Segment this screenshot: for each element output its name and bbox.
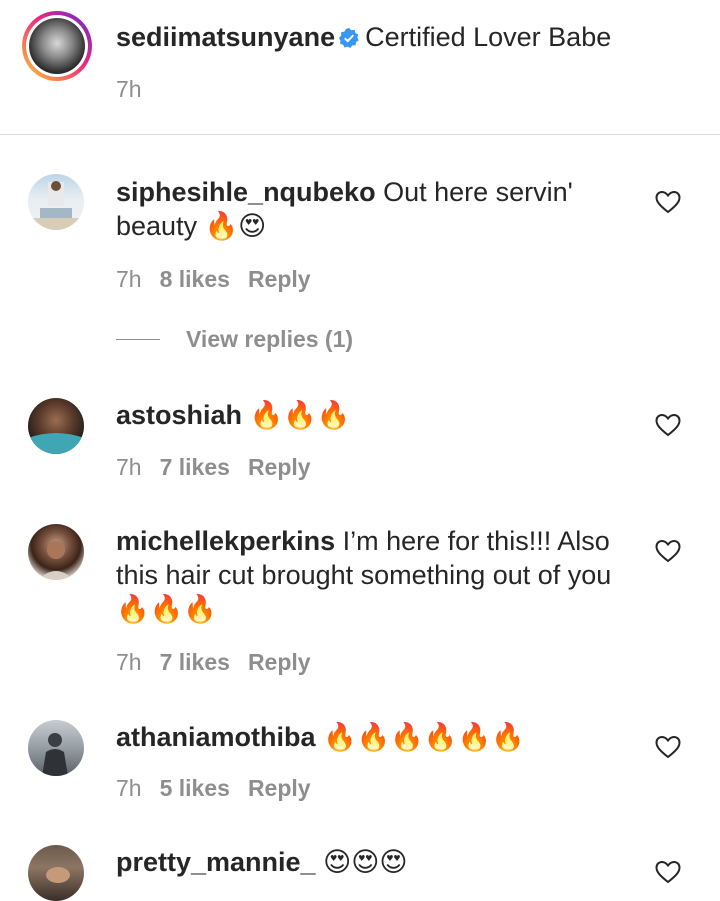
replies-divider — [116, 339, 160, 340]
heart-icon[interactable] — [655, 190, 681, 214]
comment-username[interactable]: michellekperkins — [116, 526, 335, 556]
comment-username[interactable]: astoshiah — [116, 400, 242, 430]
view-replies-button[interactable]: View replies (1) — [116, 326, 353, 358]
heart-icon[interactable] — [655, 735, 681, 759]
reply-button[interactable]: Reply — [248, 775, 311, 801]
likes-count[interactable]: 7 likes — [160, 454, 230, 480]
comment-timestamp: 7h — [116, 454, 142, 480]
comment-meta: 7h 7 likes Reply — [116, 649, 329, 676]
comment-timestamp: 7h — [116, 649, 142, 675]
avatar[interactable] — [28, 845, 84, 901]
heart-icon[interactable] — [655, 539, 681, 563]
reply-button[interactable]: Reply — [248, 266, 311, 292]
avatar[interactable] — [28, 524, 84, 580]
comment-timestamp: 7h — [116, 775, 142, 801]
heart-icon[interactable] — [655, 860, 681, 884]
comment-meta: 7h 8 likes Reply — [116, 266, 329, 293]
caption-text-row: sediimatsunyane Certified Lover Babe — [116, 20, 611, 54]
author-avatar[interactable] — [22, 11, 92, 81]
avatar[interactable] — [28, 720, 84, 776]
likes-count[interactable]: 5 likes — [160, 775, 230, 801]
verified-badge-icon — [339, 28, 359, 48]
caption-body: Certified Lover Babe — [365, 22, 612, 52]
likes-count[interactable]: 8 likes — [160, 266, 230, 292]
view-replies-label: View replies (1) — [186, 326, 354, 352]
post-caption: sediimatsunyane Certified Lover Babe 7h — [0, 0, 720, 135]
comment-body: 🔥🔥🔥🔥🔥🔥 — [323, 722, 525, 752]
likes-count[interactable]: 7 likes — [160, 649, 230, 675]
heart-icon[interactable] — [655, 413, 681, 437]
comment-body: 🔥🔥🔥 — [249, 400, 351, 430]
comment-meta: 7h 7 likes Reply — [116, 454, 329, 481]
comment-username[interactable]: pretty_mannie_ — [116, 847, 316, 877]
reply-button[interactable]: Reply — [248, 454, 311, 480]
comment-timestamp: 7h — [116, 266, 142, 292]
caption-timestamp: 7h — [116, 76, 142, 102]
comment-username[interactable]: athaniamothiba — [116, 722, 316, 752]
avatar[interactable] — [28, 174, 84, 230]
reply-button[interactable]: Reply — [248, 649, 311, 675]
avatar[interactable] — [28, 398, 84, 454]
comment-body: 😍😍😍 — [323, 847, 408, 877]
comment-meta: 7h 5 likes Reply — [116, 775, 329, 802]
comment-username[interactable]: siphesihle_nqubeko — [116, 177, 376, 207]
author-username[interactable]: sediimatsunyane — [116, 22, 335, 52]
